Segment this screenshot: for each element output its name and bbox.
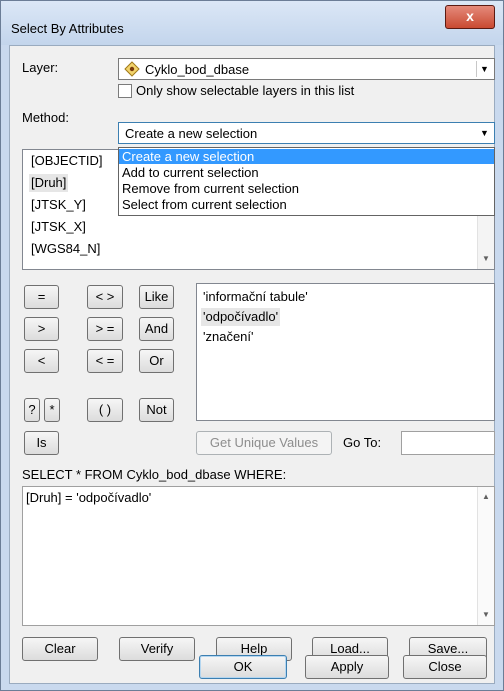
sql-expression-text: [Druh] = 'odpočívadlo' [26, 490, 152, 505]
window-title: Select By Attributes [11, 21, 124, 36]
chevron-down-icon[interactable]: ▼ [477, 125, 492, 141]
verify-button[interactable]: Verify [119, 637, 195, 661]
method-label: Method: [22, 110, 69, 125]
method-option-select-from[interactable]: Select from current selection [119, 197, 494, 212]
sql-prefix-label: SELECT * FROM Cyklo_bod_dbase WHERE: [22, 467, 287, 482]
title-bar[interactable]: Select By Attributes x [1, 1, 503, 45]
operator-greater-equal-button[interactable]: > = [87, 317, 123, 341]
operator-and-button[interactable]: And [139, 317, 174, 341]
layer-point-icon [124, 61, 140, 77]
value-item[interactable]: 'značení' [201, 328, 256, 346]
apply-button[interactable]: Apply [305, 655, 389, 679]
scroll-down-icon[interactable]: ▼ [478, 607, 494, 623]
operator-star-button[interactable]: * [44, 398, 60, 422]
close-icon: x [466, 8, 474, 24]
close-button[interactable]: Close [403, 655, 487, 679]
method-option-remove[interactable]: Remove from current selection [119, 181, 494, 196]
field-item[interactable]: [JTSK_X] [29, 218, 88, 236]
operator-question-button[interactable]: ? [24, 398, 40, 422]
field-item[interactable]: [WGS84_N] [29, 240, 102, 258]
chevron-down-icon[interactable]: ▼ [476, 61, 492, 77]
method-value: Create a new selection [125, 126, 258, 141]
method-option-add[interactable]: Add to current selection [119, 165, 494, 180]
field-item-selected[interactable]: [Druh] [29, 174, 69, 192]
operator-is-button[interactable]: Is [24, 431, 59, 455]
operator-not-button[interactable]: Not [139, 398, 174, 422]
layer-value: Cyklo_bod_dbase [145, 62, 250, 77]
only-selectable-checkbox[interactable] [118, 84, 132, 98]
get-unique-values-button[interactable]: Get Unique Values [196, 431, 332, 455]
dialog-client-area: Layer: Cyklo_bod_dbase ▼ Only show selec… [9, 45, 495, 684]
field-item[interactable]: [OBJECTID] [29, 152, 105, 170]
method-option-new[interactable]: Create a new selection [119, 149, 494, 164]
goto-label: Go To: [343, 435, 382, 450]
clear-button[interactable]: Clear [22, 637, 98, 661]
value-item[interactable]: 'informační tabule' [201, 288, 310, 306]
field-item[interactable]: [JTSK_Y] [29, 196, 88, 214]
only-selectable-label: Only show selectable layers in this list [136, 83, 355, 98]
goto-input[interactable] [401, 431, 495, 455]
sql-expression-textarea[interactable]: [Druh] = 'odpočívadlo' ▲ ▼ [22, 486, 495, 626]
operator-or-button[interactable]: Or [139, 349, 174, 373]
unique-values-list[interactable]: 'informační tabule' 'odpočívadlo' 'znače… [196, 283, 495, 421]
operator-equals-button[interactable]: = [24, 285, 59, 309]
close-window-button[interactable]: x [445, 5, 495, 29]
method-dropdown[interactable]: Create a new selection ▼ [118, 122, 495, 144]
value-item-selected[interactable]: 'odpočívadlo' [201, 308, 281, 326]
layer-dropdown[interactable]: Cyklo_bod_dbase ▼ [118, 58, 495, 80]
operator-not-equal-button[interactable]: < > [87, 285, 123, 309]
operator-like-button[interactable]: Like [139, 285, 174, 309]
scroll-up-icon[interactable]: ▲ [478, 489, 494, 505]
layer-label: Layer: [22, 60, 59, 75]
method-dropdown-list: Create a new selection Add to current se… [118, 147, 495, 216]
dialog-window: Select By Attributes x Layer: Cyklo_bod_… [0, 0, 504, 691]
sql-scrollbar[interactable]: ▲ ▼ [477, 487, 494, 625]
operator-less-button[interactable]: < [24, 349, 59, 373]
operator-greater-button[interactable]: > [24, 317, 59, 341]
operator-less-equal-button[interactable]: < = [87, 349, 123, 373]
operator-parentheses-button[interactable]: ( ) [87, 398, 123, 422]
scroll-down-icon[interactable]: ▼ [478, 251, 494, 267]
ok-button[interactable]: OK [199, 655, 287, 679]
